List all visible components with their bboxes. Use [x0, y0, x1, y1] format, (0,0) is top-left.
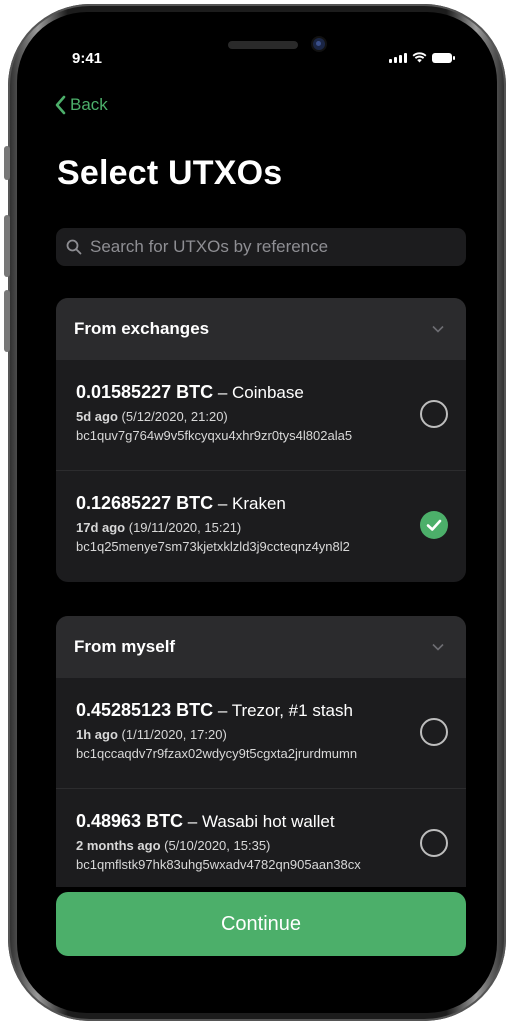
- utxo-address: bc1quv7g764w9v5fkcyqxu4xhr9zr0tys4l802al…: [76, 428, 353, 443]
- utxo-address: bc1qccaqdv7r9fzax02wdycy9t5cgxta2jrurdmu…: [76, 746, 358, 761]
- utxo-source: – Trezor, #1 stash: [213, 701, 353, 720]
- volume-down-button: [4, 290, 10, 352]
- utxo-datetime: (1/11/2020, 17:20): [117, 727, 227, 742]
- checkmark-icon: [426, 519, 442, 531]
- utxo-source: – Coinbase: [213, 383, 304, 402]
- utxo-item[interactable]: 0.48963 BTC – Wasabi hot wallet 2 months…: [56, 789, 466, 900]
- utxo-age: 5d ago: [76, 409, 118, 424]
- utxo-meta: 5d ago (5/12/2020, 21:20): [76, 409, 448, 424]
- wifi-icon: [412, 52, 427, 63]
- utxo-item[interactable]: 0.01585227 BTC – Coinbase 5d ago (5/12/2…: [56, 360, 466, 471]
- group-title: From myself: [74, 637, 176, 656]
- search-icon: [66, 239, 82, 255]
- utxo-age: 2 months ago: [76, 838, 161, 853]
- status-time: 9:41: [72, 50, 103, 67]
- status-icons: [389, 52, 455, 63]
- utxo-age: 1h ago: [76, 727, 118, 742]
- search-bar[interactable]: [56, 228, 466, 266]
- utxo-title: 0.01585227 BTC – Coinbase: [76, 382, 448, 403]
- mute-switch: [4, 146, 10, 180]
- utxo-datetime: (5/10/2020, 15:35): [160, 838, 271, 853]
- utxo-meta: 2 months ago (5/10/2020, 15:35): [76, 838, 448, 853]
- signal-icon: [389, 53, 407, 63]
- back-label: Back: [70, 95, 108, 114]
- utxo-amount: 0.12685227 BTC: [76, 493, 214, 513]
- utxo-item[interactable]: 0.45285123 BTC – Trezor, #1 stash 1h ago…: [56, 678, 466, 789]
- speaker-grille: [228, 41, 298, 49]
- back-button[interactable]: Back: [54, 95, 108, 115]
- utxo-age: 17d ago: [76, 520, 126, 535]
- utxo-amount: 0.48963 BTC: [76, 811, 184, 831]
- utxo-title: 0.48963 BTC – Wasabi hot wallet: [76, 811, 448, 832]
- utxo-amount: 0.45285123 BTC: [76, 700, 214, 720]
- utxo-address: bc1q25menye7sm73kjetxklzld3j9ccteqnz4yn8…: [76, 539, 350, 554]
- utxo-datetime: (5/12/2020, 21:20): [117, 409, 228, 424]
- select-radio-checked[interactable]: [420, 511, 448, 539]
- utxo-meta: 1h ago (1/11/2020, 17:20): [76, 727, 448, 742]
- group-from-exchanges: From exchanges 0.01585227 BTC – Coinbase…: [56, 298, 466, 582]
- group-from-myself: From myself 0.45285123 BTC – Trezor, #1 …: [56, 616, 466, 916]
- utxo-source: – Kraken: [213, 494, 286, 513]
- utxo-title: 0.12685227 BTC – Kraken: [76, 493, 448, 514]
- chevron-down-icon: [432, 325, 444, 333]
- app-screen: 9:41 Back Select UTXOs From exchanges: [38, 32, 476, 994]
- utxo-address: bc1qmflstk97hk83uhg5wxadv4782qn905aan38c…: [76, 857, 361, 872]
- front-camera: [313, 38, 325, 50]
- utxo-amount: 0.01585227 BTC: [76, 382, 214, 402]
- volume-up-button: [4, 215, 10, 277]
- page-title: Select UTXOs: [57, 154, 283, 192]
- utxo-title: 0.45285123 BTC – Trezor, #1 stash: [76, 700, 448, 721]
- search-input[interactable]: [88, 236, 452, 258]
- chevron-left-icon: [55, 95, 66, 115]
- group-title: From exchanges: [74, 319, 210, 338]
- utxo-meta: 17d ago (19/11/2020, 15:21): [76, 520, 448, 535]
- group-header-exchanges[interactable]: From exchanges: [56, 298, 466, 360]
- continue-button[interactable]: Continue: [56, 892, 466, 956]
- select-radio[interactable]: [420, 829, 448, 857]
- chevron-down-icon: [432, 643, 444, 651]
- group-header-myself[interactable]: From myself: [56, 616, 466, 678]
- select-radio[interactable]: [420, 718, 448, 746]
- utxo-item[interactable]: 0.12685227 BTC – Kraken 17d ago (19/11/2…: [56, 471, 466, 582]
- battery-icon: [432, 53, 455, 63]
- utxo-source: – Wasabi hot wallet: [183, 812, 335, 831]
- select-radio[interactable]: [420, 400, 448, 428]
- utxo-datetime: (19/11/2020, 15:21): [125, 520, 242, 535]
